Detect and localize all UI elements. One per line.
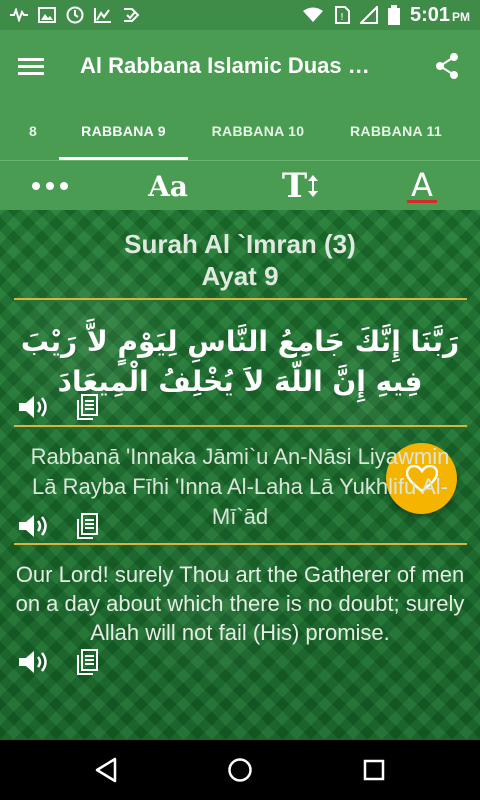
play-translation-audio-icon[interactable] [18,648,52,676]
divider [14,543,467,545]
status-notification-icons [10,6,140,24]
tab-bar: 8 RABBANA 9 RABBANA 10 RABBANA 11 [0,102,480,160]
check-icon [124,8,140,22]
status-bar: ! 5:01 PM [0,0,480,30]
svg-text:!: ! [340,12,344,23]
signal-icon [359,6,378,24]
chart-icon [94,8,111,23]
tab-8[interactable]: 8 [20,102,46,160]
activity-icon [10,8,28,22]
font-size-button[interactable]: T [272,161,328,211]
app-title: Al Rabbana Islamic Duas Dua'a [80,53,385,78]
status-system-icons: ! 5:01 PM [302,4,470,27]
tab-rabbana-10[interactable]: RABBANA 10 [198,102,318,160]
translation-text: Our Lord! surely Thou art the Gatherer o… [15,562,465,645]
recents-icon[interactable] [334,740,414,800]
resize-arrows-icon [308,175,319,197]
surah-title: Surah Al `Imran (3) Ayat 9 [124,229,356,291]
play-transliteration-audio-icon[interactable] [18,512,52,540]
divider [14,298,467,300]
play-arabic-audio-icon[interactable] [18,393,52,421]
text-color-button[interactable]: A [400,161,444,211]
arabic-text: رَبَّنَا إِنَّكَ جَامِعُ النَّاسِ لِيَوْ… [20,325,460,398]
dua-content: Surah Al `Imran (3) Ayat 9 رَبَّنَا إِنَ… [0,210,480,740]
back-icon[interactable] [66,740,146,800]
copy-transliteration-icon[interactable] [74,512,100,540]
battery-icon [387,5,400,25]
text-toolbar: Aa T A [0,160,480,210]
tab-rabbana-11[interactable]: RABBANA 11 [336,102,456,160]
font-style-button[interactable]: Aa [140,161,196,211]
wifi-icon [302,7,323,22]
home-icon[interactable] [200,740,280,800]
copy-arabic-icon[interactable] [74,393,100,421]
no-sim-icon: ! [334,6,350,24]
status-time: 5:01 PM [409,3,470,26]
text-color-swatch [407,199,437,203]
system-nav-bar [0,740,480,800]
hamburger-menu-icon[interactable] [16,51,46,81]
share-icon[interactable] [430,49,464,83]
tab-rabbana-9[interactable]: RABBANA 9 [59,102,188,160]
more-dots-icon[interactable] [28,161,72,211]
app-bar: Al Rabbana Islamic Duas Dua'a [0,30,480,102]
clock-icon [66,6,84,24]
divider [14,425,467,427]
copy-translation-icon[interactable] [74,648,100,676]
image-icon [38,7,56,23]
